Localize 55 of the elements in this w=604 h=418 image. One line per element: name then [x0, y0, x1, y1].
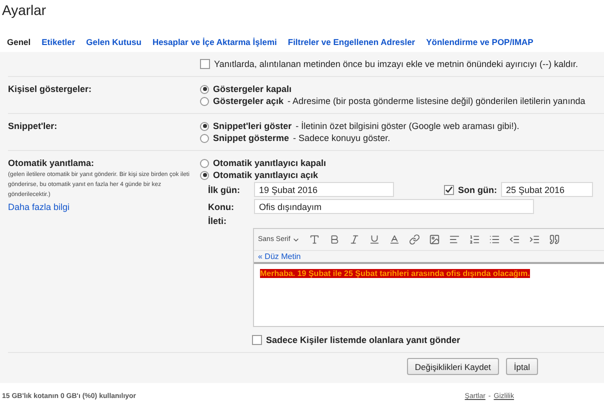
section-label: Snippet'ler: — [8, 121, 58, 131]
settings-tab[interactable]: Gelen Kutusu — [86, 37, 142, 47]
end-date-field[interactable]: 25 Şubat 2016 — [501, 182, 593, 197]
checkbox[interactable] — [200, 59, 210, 69]
checkbox[interactable] — [252, 335, 262, 345]
radio-button[interactable] — [200, 84, 209, 94]
option-description: - Adresime (bir posta gönderme listesine değil) gönderilen iletilerin yanında — [288, 96, 586, 106]
field-label: Konu: — [208, 202, 235, 212]
indent-less-icon[interactable] — [509, 234, 520, 245]
page-title: Ayarlar — [1, 1, 48, 20]
plain-text-link[interactable]: « Düz Metin — [258, 252, 301, 261]
settings-tab[interactable]: Etiketler — [42, 37, 76, 47]
quote-icon[interactable] — [549, 234, 560, 245]
option-label: Göstergeler kapalı — [213, 84, 292, 94]
indent-more-icon[interactable] — [529, 234, 540, 245]
field-label: Son gün: — [458, 184, 497, 194]
save-button[interactable]: Değişiklikleri Kaydet — [406, 358, 499, 375]
radio-button[interactable] — [200, 122, 209, 130]
bold-icon[interactable] — [329, 234, 340, 245]
start-date-field[interactable]: 19 Şubat 2016 — [254, 182, 394, 197]
settings-tab[interactable]: Yönlendirme ve POP/IMAP — [426, 37, 534, 47]
option-label: Otomatik yanıtlayıcı açık — [213, 170, 318, 180]
text-size-icon[interactable] — [309, 234, 320, 245]
italic-icon[interactable] — [349, 234, 360, 245]
bulleted-list-icon[interactable] — [489, 234, 500, 245]
link-icon[interactable] — [409, 234, 420, 245]
checkbox-label: Yanıtlarda, alıntılanan metinden önce bu imzayı ekle ve metnin önündeki ayırıcıyı (--) kaldır. — [214, 59, 578, 69]
radio-button[interactable] — [200, 134, 209, 142]
image-icon[interactable] — [429, 234, 440, 245]
subject-field[interactable]: Ofis dışındayım — [254, 199, 534, 214]
section-label: Kişisel göstergeler: — [8, 84, 93, 94]
radio-button[interactable] — [200, 170, 209, 180]
field-label: İlk gün: — [208, 184, 241, 194]
option-label: Snippet gösterme — [213, 133, 290, 143]
numbered-list-icon[interactable] — [469, 234, 480, 245]
settings-tab[interactable]: Hesaplar ve İçe Aktarma İşlemi — [152, 37, 277, 47]
settings-tab[interactable]: Genel — [7, 37, 31, 47]
option-description: - İletinin özet bilgisini göster (Google web araması gibi!). — [296, 121, 520, 131]
section-label: Otomatik yanıtlama: — [8, 158, 96, 168]
cancel-button[interactable]: İptal — [506, 358, 538, 375]
text-color-icon[interactable] — [389, 234, 400, 245]
radio-button[interactable] — [200, 158, 209, 168]
align-icon[interactable] — [449, 234, 460, 245]
underline-icon[interactable] — [369, 234, 380, 245]
option-label: Snippet'leri göster — [213, 121, 292, 131]
field-label: İleti: — [208, 216, 228, 226]
option-label: Otomatik yanıtlayıcı kapalı — [213, 158, 326, 168]
checkbox-label: Sadece Kişiler listemde olanlara yanıt gönder — [266, 335, 460, 345]
option-label: Göstergeler açık — [213, 96, 284, 106]
checkbox[interactable] — [444, 184, 454, 194]
check-icon — [445, 186, 453, 194]
radio-button[interactable] — [200, 96, 209, 106]
option-description: - Sadece konuyu göster. — [293, 133, 390, 143]
more-info-link[interactable]: Daha fazla bilgi — [8, 202, 200, 212]
settings-tab[interactable]: Filtreler ve Engellenen Adresler — [288, 37, 416, 47]
